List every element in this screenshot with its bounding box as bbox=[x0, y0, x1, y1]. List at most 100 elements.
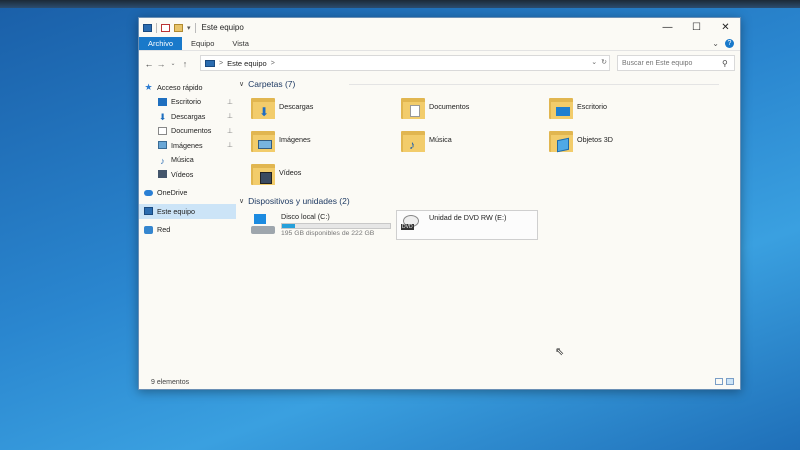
desktop-icon bbox=[556, 107, 570, 116]
back-button[interactable]: ← bbox=[143, 59, 155, 69]
sidebar-item-escritorio[interactable]: Escritorio ⊥ bbox=[139, 95, 236, 110]
sidebar-item-label: Vídeos bbox=[171, 169, 194, 179]
new-folder-icon[interactable] bbox=[174, 23, 183, 32]
folder-objetos-3d[interactable]: Objetos 3D bbox=[549, 129, 613, 153]
sidebar-item-descargas[interactable]: ⬇ Descargas ⊥ bbox=[139, 109, 236, 124]
pin-icon[interactable]: ⊥ bbox=[227, 98, 233, 106]
title-bar: ▾ Este equipo — ☐ ✕ bbox=[139, 18, 740, 37]
folder-icon bbox=[549, 129, 573, 153]
film-icon bbox=[260, 172, 272, 184]
folder-label: Vídeos bbox=[279, 168, 302, 177]
document-icon bbox=[158, 126, 167, 135]
chevron-down-icon[interactable]: ∨ bbox=[239, 80, 244, 88]
drive-c[interactable]: Disco local (C:) 195 GB disponibles de 2… bbox=[249, 210, 391, 240]
details-view-icon[interactable] bbox=[715, 378, 723, 385]
close-button[interactable]: ✕ bbox=[711, 18, 740, 37]
folder-icon: ⬇ bbox=[251, 96, 275, 120]
minimize-button[interactable]: — bbox=[653, 18, 682, 37]
pictures-icon bbox=[158, 141, 167, 150]
properties-icon[interactable] bbox=[161, 23, 170, 32]
video-icon bbox=[158, 170, 167, 179]
address-bar[interactable]: > Este equipo > ⌄ ↻ bbox=[200, 55, 610, 71]
network-icon bbox=[144, 225, 153, 234]
sidebar-item-label: Escritorio bbox=[171, 97, 201, 107]
sidebar-item-videos[interactable]: Vídeos bbox=[139, 167, 236, 182]
address-dropdown-icon[interactable]: ⌄ bbox=[591, 58, 597, 66]
sidebar-item-label: Descargas bbox=[171, 111, 206, 121]
quick-access-toolbar: ▾ bbox=[139, 22, 196, 33]
folder-descargas[interactable]: ⬇ Descargas bbox=[251, 96, 313, 120]
breadcrumb-este-equipo[interactable]: Este equipo bbox=[227, 59, 267, 68]
folder-label: Descargas bbox=[279, 102, 314, 111]
maximize-button[interactable]: ☐ bbox=[682, 18, 711, 37]
music-icon: ♪ bbox=[160, 155, 165, 166]
sidebar-item-documentos[interactable]: Documentos ⊥ bbox=[139, 124, 236, 139]
drive-label: Unidad de DVD RW (E:) bbox=[429, 213, 507, 222]
document-icon bbox=[410, 105, 420, 117]
folder-icon bbox=[549, 96, 573, 120]
chevron-down-icon[interactable]: ∨ bbox=[239, 197, 244, 205]
sidebar-item-red[interactable]: Red bbox=[139, 223, 236, 238]
tab-archivo[interactable]: Archivo bbox=[139, 37, 183, 50]
drive-label: Disco local (C:) bbox=[281, 212, 330, 221]
pin-icon[interactable]: ⊥ bbox=[227, 112, 233, 120]
sidebar-item-label: Documentos bbox=[171, 126, 212, 136]
address-bar-actions: ⌄ ↻ bbox=[591, 58, 607, 66]
drive-info: Disco local (C:) 195 GB disponibles de 2… bbox=[281, 212, 391, 237]
monitor-bezel bbox=[0, 0, 800, 8]
folder-imagenes[interactable]: Imágenes bbox=[251, 129, 311, 153]
forward-button[interactable]: → bbox=[155, 59, 167, 69]
download-icon: ⬇ bbox=[158, 112, 167, 123]
item-count: 9 elementos bbox=[151, 378, 190, 386]
ribbon-right-controls: ⌄ ? bbox=[712, 39, 734, 48]
mouse-cursor-icon: ⇖ bbox=[555, 346, 565, 358]
drive-e-dvd[interactable]: DVD Unidad de DVD RW (E:) bbox=[396, 210, 538, 240]
folder-musica[interactable]: ♪ Música bbox=[401, 129, 452, 153]
toolbar-separator bbox=[156, 22, 157, 33]
ribbon-tabs: Archivo Equipo Vista ⌄ ? bbox=[139, 37, 740, 51]
expand-ribbon-icon[interactable]: ⌄ bbox=[712, 39, 719, 48]
navigation-pane: ★ Acceso rápido Escritorio ⊥ ⬇ Descargas… bbox=[139, 80, 236, 370]
sidebar-item-acceso-rapido[interactable]: ★ Acceso rápido bbox=[139, 80, 236, 95]
view-toggle bbox=[715, 378, 734, 385]
sidebar-item-label: OneDrive bbox=[157, 188, 188, 198]
help-icon[interactable]: ? bbox=[725, 39, 734, 48]
chevron-right-icon[interactable]: > bbox=[219, 60, 223, 67]
folder-documentos[interactable]: Documentos bbox=[401, 96, 469, 120]
divider bbox=[349, 84, 719, 85]
folder-label: Escritorio bbox=[577, 102, 607, 111]
tab-equipo[interactable]: Equipo bbox=[182, 37, 223, 50]
devices-group-header[interactable]: ∨ Dispositivos y unidades (2) bbox=[239, 196, 719, 206]
folder-label: Imágenes bbox=[279, 135, 311, 144]
sidebar-item-label: Música bbox=[171, 155, 194, 165]
search-input[interactable] bbox=[622, 59, 722, 67]
pictures-icon bbox=[258, 140, 272, 149]
this-pc-icon bbox=[143, 23, 152, 32]
chevron-right-icon[interactable]: > bbox=[271, 60, 275, 67]
sidebar-item-imagenes[interactable]: Imágenes ⊥ bbox=[139, 138, 236, 153]
folder-escritorio[interactable]: Escritorio bbox=[549, 96, 607, 120]
up-button[interactable]: ↑ bbox=[179, 59, 191, 69]
sidebar-item-label: Imágenes bbox=[171, 140, 203, 150]
folder-videos[interactable]: Vídeos bbox=[251, 162, 301, 186]
star-icon: ★ bbox=[144, 81, 153, 92]
refresh-icon[interactable]: ↻ bbox=[601, 58, 607, 66]
customize-toolbar-icon[interactable]: ▾ bbox=[187, 24, 191, 32]
computer-icon bbox=[144, 207, 153, 216]
group-title: Dispositivos y unidades (2) bbox=[248, 196, 350, 206]
pin-icon[interactable]: ⊥ bbox=[227, 127, 233, 135]
recent-locations-button[interactable]: ⌄ bbox=[167, 60, 179, 67]
sidebar-item-musica[interactable]: ♪ Música bbox=[139, 153, 236, 168]
folders-group-header[interactable]: ∨ Carpetas (7) bbox=[239, 79, 719, 89]
search-icon[interactable]: ⚲ bbox=[722, 59, 728, 68]
sidebar-item-onedrive[interactable]: OneDrive bbox=[139, 186, 236, 201]
tab-vista[interactable]: Vista bbox=[223, 37, 258, 50]
sidebar-item-este-equipo[interactable]: Este equipo bbox=[139, 204, 236, 219]
folder-label: Música bbox=[429, 135, 452, 144]
group-title: Carpetas (7) bbox=[248, 79, 296, 89]
dvd-drive-icon: DVD bbox=[399, 215, 423, 235]
this-pc-icon bbox=[205, 59, 215, 67]
tiles-view-icon[interactable] bbox=[726, 378, 734, 385]
pin-icon[interactable]: ⊥ bbox=[227, 141, 233, 149]
search-box[interactable]: ⚲ bbox=[617, 55, 735, 71]
